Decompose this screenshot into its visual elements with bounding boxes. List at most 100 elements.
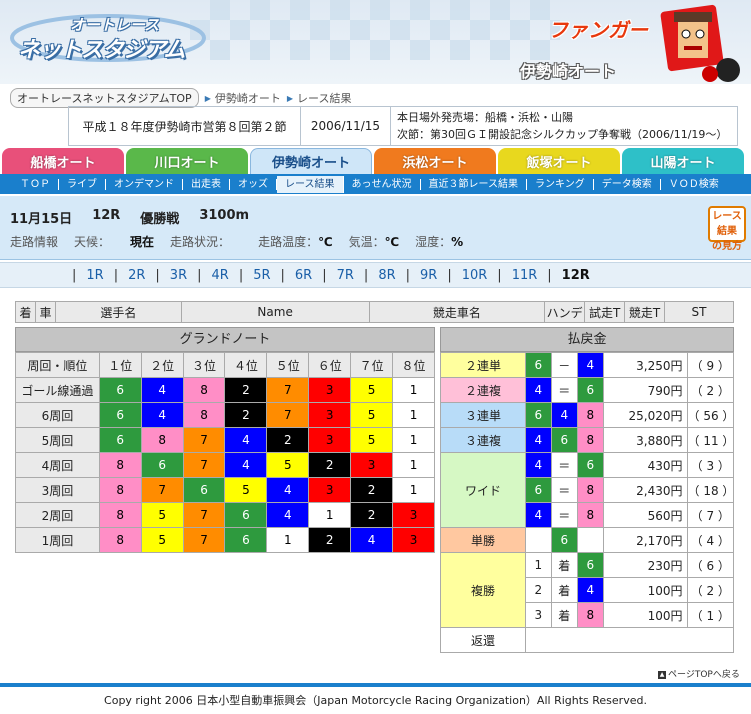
payout-amount: 3,880円 bbox=[602, 427, 688, 453]
race-nav-link[interactable]: 10R bbox=[462, 268, 488, 283]
venue-tab[interactable]: 船橋オート bbox=[2, 148, 124, 174]
venue-tab[interactable]: 飯塚オート bbox=[498, 148, 620, 174]
race-name: 優勝戦 bbox=[140, 212, 180, 227]
position-header: ５位 bbox=[266, 352, 310, 378]
bet-type: ２連複 bbox=[439, 377, 527, 403]
subnav-item[interactable]: ライブ bbox=[59, 178, 106, 190]
howto-button[interactable]: レース結果 の見方 bbox=[708, 206, 746, 252]
car-cell: 4 bbox=[224, 452, 268, 478]
car-cell: 2 bbox=[224, 377, 268, 403]
bet-type: 単勝 bbox=[439, 527, 527, 553]
venue-tabs: 船橋オート 川口オート 伊勢崎オート 浜松オート 飯塚オート 山陽オート bbox=[0, 148, 751, 174]
subnav-item[interactable]: オンデマンド bbox=[106, 178, 183, 190]
breadcrumb-item-results: レース結果 bbox=[297, 92, 352, 105]
place-rank: 2 bbox=[525, 577, 552, 603]
car-cell: 7 bbox=[266, 402, 310, 428]
car-cell: 7 bbox=[182, 527, 226, 553]
race-nav-link[interactable]: 12R bbox=[562, 268, 590, 283]
race-nav-link[interactable]: 6R bbox=[295, 268, 312, 283]
race-nav-link[interactable]: 2R bbox=[128, 268, 145, 283]
car-box: 6 bbox=[577, 452, 604, 478]
separator: ＝ bbox=[550, 377, 579, 403]
car-cell: 5 bbox=[266, 452, 310, 478]
car-box: 4 bbox=[525, 377, 552, 403]
popularity: （ 1 ） bbox=[686, 602, 735, 628]
footer-bar bbox=[0, 683, 751, 687]
popularity: （ 7 ） bbox=[686, 502, 735, 528]
car-box: 6 bbox=[550, 427, 579, 453]
empty-cell bbox=[525, 627, 734, 653]
breadcrumb-item-venue[interactable]: 伊勢崎オート bbox=[215, 90, 281, 106]
race-nav-link[interactable]: 5R bbox=[253, 268, 270, 283]
payout-row: ワイド 4 ＝ 6 430円（ 3 ） bbox=[439, 452, 735, 528]
payout-amount: 230円 bbox=[602, 552, 688, 578]
car-cell: 1 bbox=[308, 502, 352, 528]
car-cell: 4 bbox=[140, 377, 184, 403]
place-rank: 3 bbox=[525, 602, 552, 628]
copyright: Copy right 2006 日本小型自動車振興会（Japan Motorcy… bbox=[104, 694, 647, 707]
race-nav-separator: | bbox=[155, 267, 160, 283]
bet-type: ２連単 bbox=[439, 352, 527, 378]
payout-amount: 2,430円 bbox=[602, 477, 688, 503]
result-column-header: Name bbox=[180, 301, 370, 323]
race-nav-link[interactable]: 11R bbox=[512, 268, 538, 283]
popularity: （ 11 ） bbox=[686, 427, 734, 453]
race-nav-link[interactable]: 9R bbox=[420, 268, 437, 283]
car-cell: 1 bbox=[392, 402, 435, 428]
car-box: 6 bbox=[525, 477, 552, 503]
venue-tab[interactable]: 浜松オート bbox=[374, 148, 496, 174]
race-nav-link[interactable]: 7R bbox=[337, 268, 354, 283]
subnav-item[interactable]: あっせん状況 bbox=[344, 178, 421, 190]
air-temp-label: 気温： bbox=[348, 235, 385, 249]
subnav-item[interactable]: ＴＯＰ bbox=[12, 178, 59, 190]
venue-tab[interactable]: 山陽オート bbox=[622, 148, 744, 174]
car-box: 4 bbox=[525, 452, 552, 478]
page-top-link[interactable]: ▲ ページTOPへ戻る bbox=[658, 667, 740, 680]
howto-line1: レース結果 bbox=[712, 211, 742, 237]
humidity-unit: % bbox=[451, 235, 464, 249]
race-nav-link[interactable]: 8R bbox=[378, 268, 395, 283]
site-logo[interactable]: オートレース ネットスタジアム bbox=[10, 6, 210, 63]
grand-note-row: 4周回 8 6 7 4 5 2 3 1 bbox=[15, 452, 435, 478]
race-number: 12R bbox=[92, 208, 121, 223]
car-box: 8 bbox=[577, 427, 604, 453]
grand-note-row: 1周回 8 5 7 6 1 2 4 3 bbox=[15, 527, 435, 553]
car-cell: 7 bbox=[182, 452, 226, 478]
result-column-header: 選手名 bbox=[54, 301, 182, 323]
logo-text-bottom: ネットスタジアム bbox=[18, 38, 185, 63]
venue-tab[interactable]: 伊勢崎オート bbox=[250, 148, 372, 174]
car-cell: 8 bbox=[182, 402, 226, 428]
meet-notes: 本日場外発売場：船橋・浜松・山陽 次節：第30回ＧＩ開設記念シルクカップ争奪戦（… bbox=[391, 107, 737, 145]
popularity: （ 3 ） bbox=[686, 452, 735, 478]
payout-amount: 25,020円 bbox=[602, 402, 688, 428]
race-nav-separator: | bbox=[280, 267, 285, 283]
car-box: 8 bbox=[577, 502, 604, 528]
subnav-item[interactable]: オッズ bbox=[230, 178, 277, 190]
subnav-item[interactable]: ＶＯＤ検索 bbox=[661, 179, 727, 190]
result-column-header: ST bbox=[664, 301, 734, 323]
subnav-item[interactable]: 出走表 bbox=[183, 178, 230, 190]
grand-note-table: 周回・順位 １位 ２位 ３位 ４位 ５位 ６位 ７位 ８位 ゴール線通過 6 4 8 2 7 3 5 1 6周回 6 4… bbox=[15, 352, 435, 553]
popularity: （ 4 ） bbox=[686, 527, 735, 553]
result-column-header: 車 bbox=[34, 301, 56, 323]
venue-tab[interactable]: 川口オート bbox=[126, 148, 248, 174]
payout-row: 返還 bbox=[439, 627, 734, 653]
bet-type: ３連単 bbox=[439, 402, 527, 428]
subnav-item[interactable]: ランキング bbox=[527, 178, 594, 190]
race-nav-link[interactable]: 3R bbox=[170, 268, 187, 283]
car-cell: 6 bbox=[140, 452, 184, 478]
car-cell: 7 bbox=[140, 477, 184, 503]
result-column-header: ハンデ bbox=[544, 301, 586, 323]
car-cell: 7 bbox=[182, 502, 226, 528]
subnav-item[interactable]: レース結果 bbox=[277, 175, 344, 193]
race-nav-link[interactable]: 1R bbox=[86, 268, 103, 283]
subnav-item[interactable]: データ検索 bbox=[594, 178, 661, 190]
car-cell: 8 bbox=[98, 502, 142, 528]
breadcrumb-home[interactable]: オートレースネットスタジアムTOP bbox=[10, 88, 199, 108]
race-nav-link[interactable]: 4R bbox=[212, 268, 229, 283]
track-temp-label: 走路温度： bbox=[258, 235, 319, 249]
popularity: （ 9 ） bbox=[686, 352, 735, 378]
race-nav-separator: | bbox=[547, 267, 552, 283]
subnav-item[interactable]: 直近３節レース結果 bbox=[421, 178, 527, 190]
car-cell: 2 bbox=[308, 452, 352, 478]
